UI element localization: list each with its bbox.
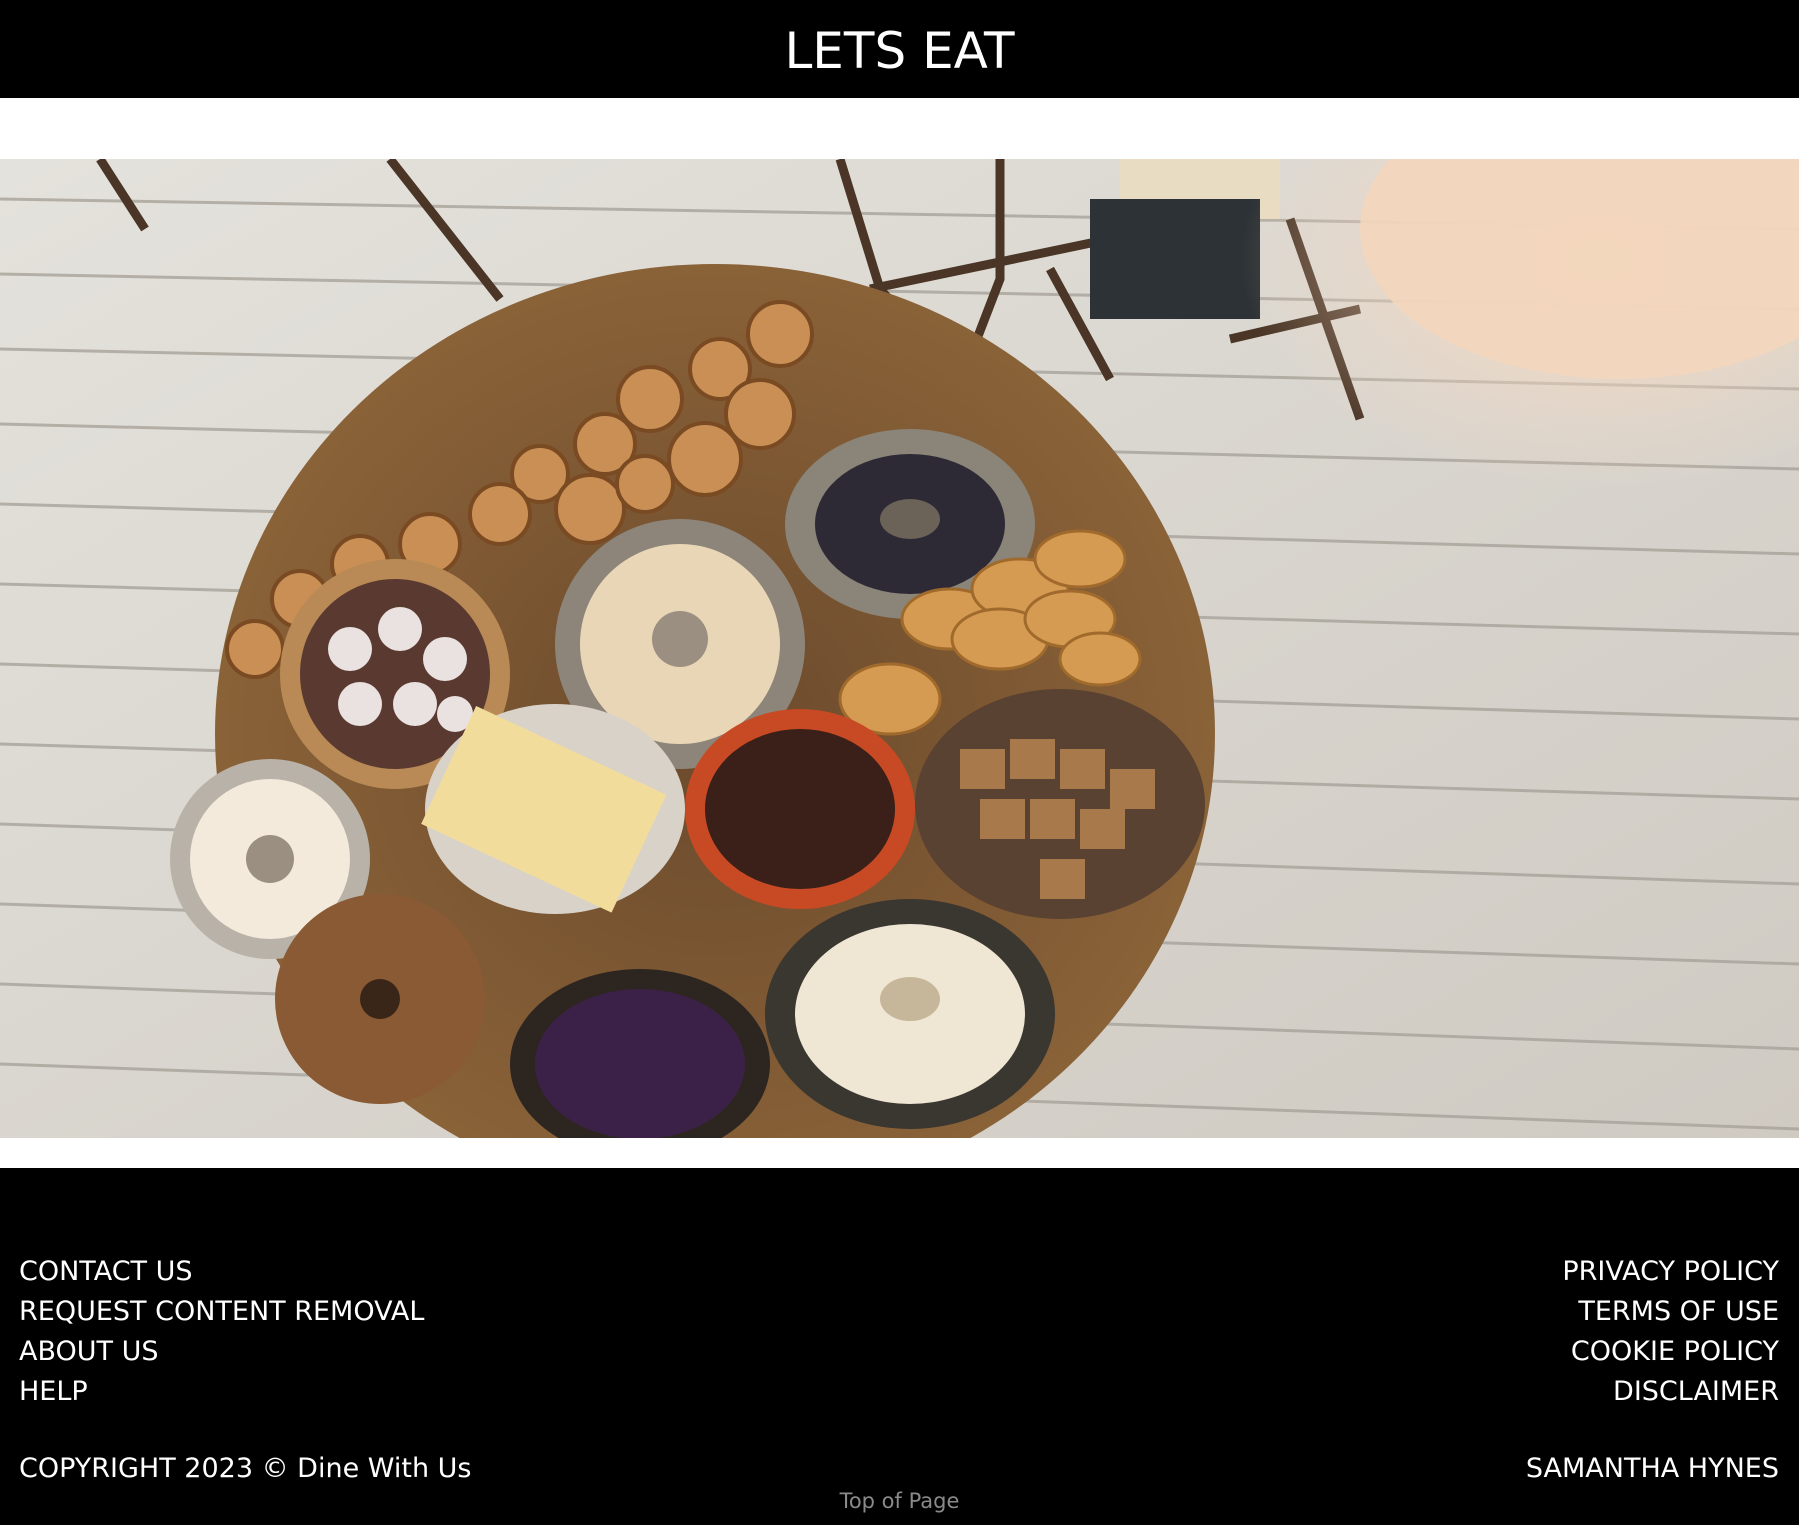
top-of-page-link[interactable]: Top of Page bbox=[0, 1489, 1799, 1513]
footer-right-links: PRIVACY POLICY TERMS OF USE COOKIE POLIC… bbox=[1562, 1252, 1779, 1412]
about-us-link[interactable]: ABOUT US bbox=[19, 1332, 424, 1372]
site-footer: CONTACT US REQUEST CONTENT REMOVAL ABOUT… bbox=[0, 1168, 1799, 1525]
author-name: SAMANTHA HYNES bbox=[1525, 1453, 1779, 1484]
site-title: LETS EAT bbox=[784, 22, 1015, 80]
privacy-policy-link[interactable]: PRIVACY POLICY bbox=[1562, 1252, 1779, 1292]
request-content-removal-link[interactable]: REQUEST CONTENT REMOVAL bbox=[19, 1292, 424, 1332]
dessert-table-photo bbox=[0, 159, 1799, 1138]
site-header: LETS EAT bbox=[0, 0, 1799, 98]
terms-of-use-link[interactable]: TERMS OF USE bbox=[1562, 1292, 1779, 1332]
copyright-text: COPYRIGHT 2023 © Dine With Us bbox=[19, 1453, 472, 1484]
footer-left-links: CONTACT US REQUEST CONTENT REMOVAL ABOUT… bbox=[19, 1252, 424, 1412]
help-link[interactable]: HELP bbox=[19, 1372, 424, 1412]
hero-image bbox=[0, 159, 1799, 1138]
disclaimer-link[interactable]: DISCLAIMER bbox=[1562, 1372, 1779, 1412]
contact-us-link[interactable]: CONTACT US bbox=[19, 1252, 424, 1292]
cookie-policy-link[interactable]: COOKIE POLICY bbox=[1562, 1332, 1779, 1372]
